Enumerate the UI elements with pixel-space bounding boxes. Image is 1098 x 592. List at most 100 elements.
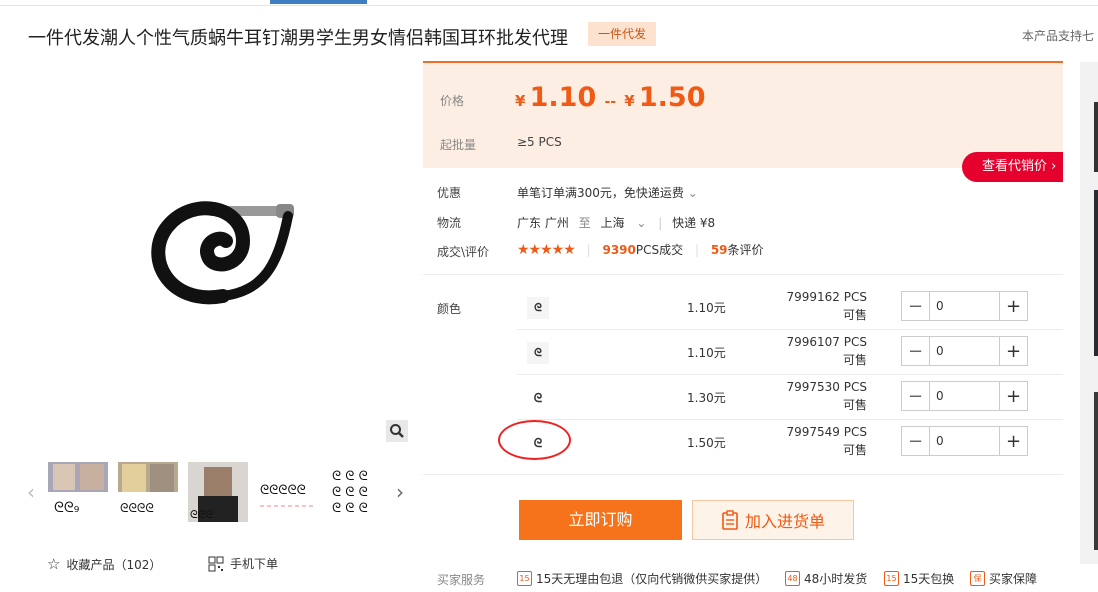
qr-code-icon xyxy=(208,556,224,571)
quantity-input[interactable]: 0 xyxy=(930,427,999,455)
zoom-button[interactable] xyxy=(386,420,408,442)
price-high: 1.50 xyxy=(638,82,706,113)
view-dealer-price-button[interactable]: 查看代销价 › xyxy=(962,152,1063,182)
favorite-product-button[interactable]: ☆ 收藏产品（102） xyxy=(47,555,161,573)
plus-icon[interactable]: + xyxy=(999,427,1027,455)
svg-text:ᘓ ᘓ ᘓ: ᘓ ᘓ ᘓ xyxy=(332,501,368,516)
service-text: 48小时发货 xyxy=(804,572,868,586)
minus-icon[interactable]: − xyxy=(902,427,930,455)
sku-price: 1.10元 xyxy=(687,301,726,315)
top-divider xyxy=(0,0,1098,6)
svg-text:ᘓᘓᘓᘓ: ᘓᘓᘓᘓ xyxy=(120,501,154,515)
promo-label: 优惠 xyxy=(437,186,462,200)
sku-price: 1.30元 xyxy=(687,391,726,405)
minus-icon[interactable]: − xyxy=(902,337,930,365)
svg-text:ᘓ ᘓ ᘓ: ᘓ ᘓ ᘓ xyxy=(332,469,368,484)
price-panel: 价格 ¥ 1.10 -- ¥ 1.50 起批量 ≥5 PCS xyxy=(423,61,1063,168)
chevron-down-icon: ⌄ xyxy=(636,216,647,230)
shipping-time-icon: 48 xyxy=(785,571,800,586)
svg-text:ᘓᘓ₉: ᘓᘓ₉ xyxy=(54,500,80,516)
price-label: 价格 xyxy=(440,94,465,108)
color-label: 颜色 xyxy=(437,302,462,316)
exchange-icon: 15 xyxy=(884,571,899,586)
price-separator: -- xyxy=(604,94,617,110)
mobile-order-label: 手机下单 xyxy=(230,557,279,571)
support-text: 本产品支持七 xyxy=(1022,29,1095,43)
express-fee: 快递 ¥8 xyxy=(672,216,716,230)
mobile-order-button[interactable]: 手机下单 xyxy=(208,555,278,572)
divider xyxy=(423,474,1063,475)
star-outline-icon: ☆ xyxy=(47,555,61,573)
quantity-input[interactable]: 0 xyxy=(930,337,999,365)
reviews-link[interactable]: 59条评价 xyxy=(711,243,764,257)
logistics-label: 物流 xyxy=(437,216,462,230)
service-text: 15天无理由包退（仅向代销微供买家提供） xyxy=(536,572,768,586)
sku-thumbnail[interactable]: ᘓ xyxy=(527,297,549,319)
svg-text:ᘓᘓᘓ: ᘓᘓᘓ xyxy=(190,508,213,521)
price-low: 1.10 xyxy=(529,82,597,113)
minus-icon[interactable]: − xyxy=(902,382,930,410)
sold-unit: PCS成交 xyxy=(635,243,684,257)
add-to-cart-label: 加入进货单 xyxy=(744,512,825,531)
thumbs-next-arrow-icon[interactable]: › xyxy=(396,480,404,504)
price-range: ¥ 1.10 -- ¥ 1.50 xyxy=(515,82,706,113)
thumbnail-4[interactable]: ᘓᘓᘓᘓᘓ xyxy=(258,462,318,522)
add-to-cart-button[interactable]: 加入进货单 xyxy=(692,500,854,540)
promo-row[interactable]: 单笔订单满300元，免快递运费 ⌄ xyxy=(517,184,698,201)
divider xyxy=(423,274,1063,275)
thumbnail-1[interactable]: ᘓᘓ₉ xyxy=(48,462,108,522)
plus-icon[interactable]: + xyxy=(999,337,1027,365)
moq-label: 起批量 xyxy=(440,138,477,152)
quantity-input[interactable]: 0 xyxy=(930,292,999,320)
moq-value: ≥5 PCS xyxy=(517,135,562,149)
service-item[interactable]: 48 48小时发货 xyxy=(785,570,867,587)
quantity-stepper: − 0 + xyxy=(901,426,1028,456)
favorite-label: 收藏产品（102） xyxy=(66,557,162,572)
service-item[interactable]: 保买家保障 xyxy=(970,570,1037,587)
sku-stock: 7997530 PCS可售 xyxy=(786,380,868,412)
sku-thumbnail[interactable]: ᘓ xyxy=(527,387,549,409)
review-label: 成交\评价 xyxy=(437,245,490,259)
ship-from: 广东 广州 xyxy=(517,216,569,230)
sold-count: 9390 xyxy=(602,243,636,257)
sku-stock: 7997549 PCS可售 xyxy=(786,425,868,457)
dropship-tag: 一件代发 xyxy=(588,22,656,46)
rating-stars: ★★★★★ xyxy=(517,242,576,258)
magnifier-icon xyxy=(390,424,404,438)
logistics-row: 广东 广州 至 上海 ⌄ | 快递 ¥8 xyxy=(517,216,716,230)
clipboard-icon xyxy=(722,510,738,530)
quantity-stepper: − 0 + xyxy=(901,336,1028,366)
thumbnail-3[interactable]: ᘓᘓᘓ xyxy=(188,462,248,522)
plus-icon[interactable]: + xyxy=(999,382,1027,410)
plus-icon[interactable]: + xyxy=(999,292,1027,320)
service-text: 买家保障 xyxy=(989,572,1038,586)
sku-price: 1.50元 xyxy=(687,436,726,450)
main-product-image[interactable] xyxy=(48,66,408,446)
thumbs-prev-arrow-icon[interactable]: ‹ xyxy=(27,480,35,504)
sku-row: ᘓ 1.50元 7997549 PCS可售 − 0 + xyxy=(517,420,1063,465)
buy-now-button[interactable]: 立即订购 xyxy=(519,500,682,540)
sku-row: ᘓ 1.10元 7996107 PCS可售 − 0 + xyxy=(517,330,1063,375)
thumbnail-2[interactable]: ᘓᘓᘓᘓ xyxy=(118,462,178,522)
dealer-price-label: 查看代销价 xyxy=(982,159,1048,174)
sku-stock: 7996107 PCS可售 xyxy=(786,335,868,367)
thumbnail-5[interactable]: ᘓ ᘓ ᘓᘓ ᘓ ᘓᘓ ᘓ ᘓ xyxy=(328,462,388,522)
destination-select[interactable]: 上海 ⌄ xyxy=(601,216,655,230)
quantity-stepper: − 0 + xyxy=(901,381,1028,411)
minus-icon[interactable]: − xyxy=(902,292,930,320)
sku-thumbnail[interactable]: ᘓ xyxy=(527,342,549,364)
review-count: 59 xyxy=(710,243,728,257)
service-item[interactable]: 15 15天包换 xyxy=(884,570,954,587)
quantity-input[interactable]: 0 xyxy=(930,382,999,410)
service-item[interactable]: 15 15天无理由包退（仅向代销微供买家提供） xyxy=(517,570,767,587)
services-label: 买家服务 xyxy=(437,573,486,587)
promo-value: 单笔订单满300元，免快递运费 xyxy=(517,186,684,200)
currency-symbol: ¥ xyxy=(515,92,526,110)
recommend-thumbnail[interactable] xyxy=(1094,190,1098,356)
recommend-thumbnail[interactable] xyxy=(1094,392,1098,550)
active-tab-indicator xyxy=(270,0,367,4)
svg-text:ᘓᘓᘓᘓᘓ: ᘓᘓᘓᘓᘓ xyxy=(260,483,306,498)
chevron-right-icon: › xyxy=(1051,159,1057,174)
quantity-stepper: − 0 + xyxy=(901,291,1028,321)
recommend-thumbnail[interactable] xyxy=(1094,102,1098,172)
